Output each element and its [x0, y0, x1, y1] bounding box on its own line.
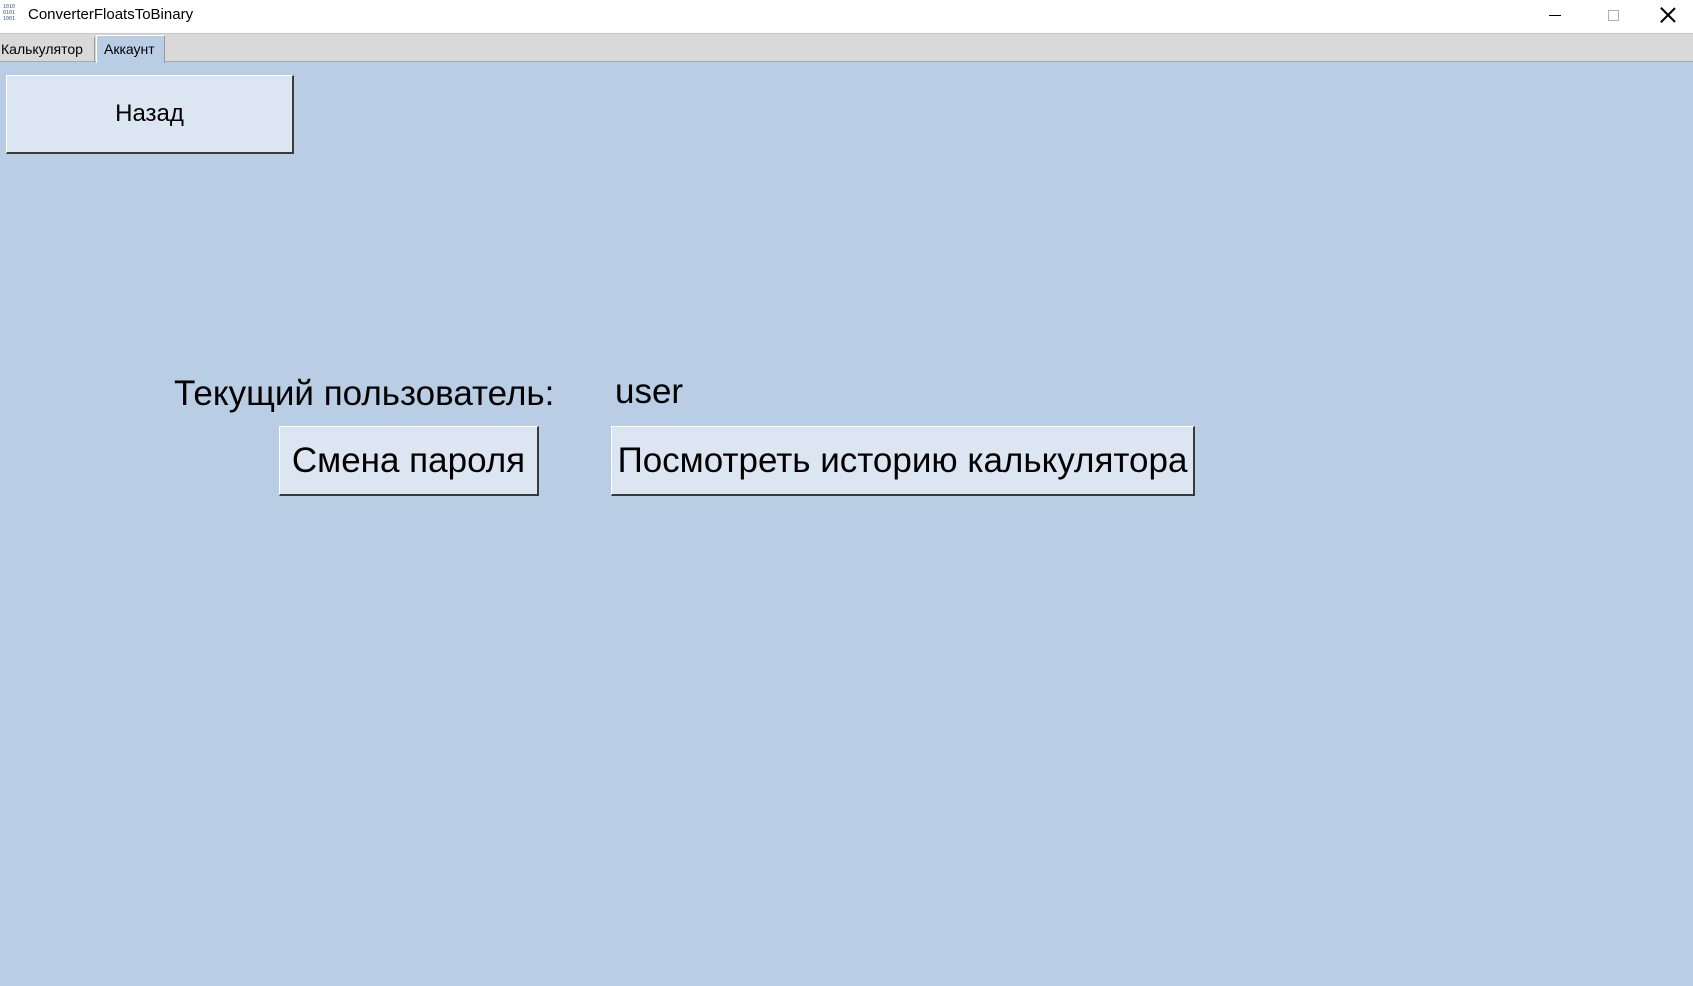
- minimize-button[interactable]: [1526, 0, 1584, 30]
- icon-glyph-row: 1001: [3, 16, 16, 22]
- current-user-label: Текущий пользователь:: [174, 374, 555, 413]
- close-button[interactable]: [1642, 0, 1693, 30]
- minimize-icon: [1549, 14, 1561, 16]
- change-password-button[interactable]: Смена пароля: [279, 426, 539, 496]
- maximize-button[interactable]: [1584, 0, 1642, 30]
- app-binary-icon: 1010 0101 1001: [3, 4, 23, 24]
- view-history-button[interactable]: Посмотреть историю калькулятора: [611, 426, 1195, 496]
- title-bar[interactable]: 1010 0101 1001 ConverterFloatsToBinary: [0, 0, 1693, 33]
- current-user-value: user: [615, 372, 684, 411]
- window-title: ConverterFloatsToBinary: [28, 6, 194, 23]
- back-button[interactable]: Назад: [6, 75, 294, 154]
- app-window: 1010 0101 1001 ConverterFloatsToBinary К…: [0, 0, 1693, 986]
- tab-calculator[interactable]: Калькулятор: [0, 37, 95, 62]
- tab-strip: Калькулятор Аккаунт: [0, 33, 1693, 63]
- maximize-icon: [1607, 9, 1619, 21]
- tab-account[interactable]: Аккаунт: [96, 35, 165, 63]
- close-icon: [1660, 7, 1676, 23]
